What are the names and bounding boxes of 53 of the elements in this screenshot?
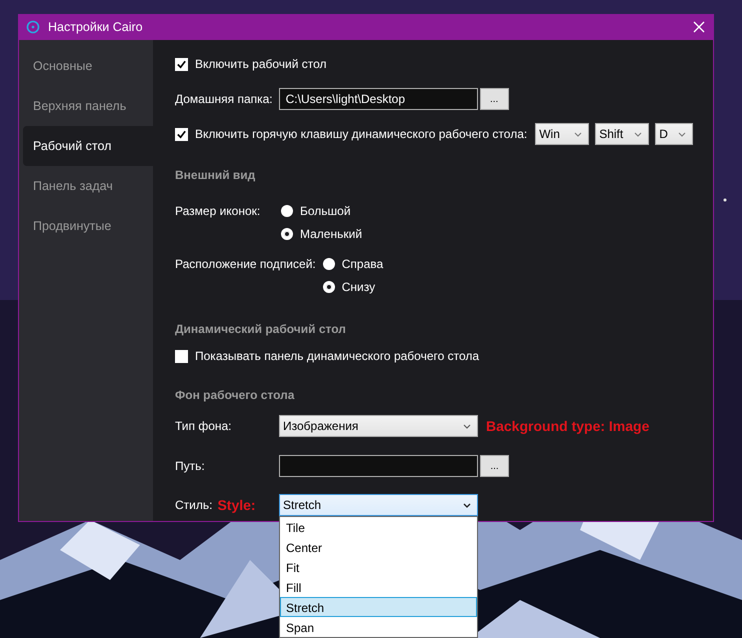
type-dropdown[interactable]: Изображения xyxy=(279,415,478,437)
key-dropdown[interactable]: Win xyxy=(535,123,590,145)
dropdown-option[interactable]: Fill xyxy=(280,577,477,597)
checkbox-label: Показывать панель динамического рабочего стола xyxy=(195,349,480,363)
radio-button[interactable] xyxy=(322,258,335,270)
browse-button[interactable]: ... xyxy=(480,88,509,110)
close-icon[interactable] xyxy=(693,21,705,33)
field-label: Стиль: xyxy=(175,498,212,512)
radio-label: Маленький xyxy=(300,227,362,241)
radio-button[interactable] xyxy=(281,205,293,217)
annotation: Style: xyxy=(217,497,256,513)
radio-label: Снизу xyxy=(342,280,376,294)
sidebar-item[interactable]: Продвинутые xyxy=(19,206,153,246)
field-label: Тип фона: xyxy=(175,419,232,433)
chevron-icon xyxy=(463,502,471,508)
annotation: Background type: Image xyxy=(486,418,650,434)
dropdown-option[interactable]: Stretch xyxy=(280,597,477,617)
radio-button[interactable] xyxy=(322,281,335,293)
dropdown-option[interactable]: Tile xyxy=(280,517,477,537)
dropdown-option[interactable]: Span xyxy=(280,617,477,637)
sidebar-item[interactable]: Рабочий стол xyxy=(23,126,153,166)
checkbox[interactable] xyxy=(175,128,188,140)
radio-label: Большой xyxy=(300,204,351,218)
field-label: Расположение подписей: xyxy=(175,256,317,273)
style-dropdown[interactable]: Stretch xyxy=(279,494,478,516)
field-label: Размер иконок: xyxy=(175,203,262,220)
key-dropdown[interactable]: Shift xyxy=(595,123,650,145)
field-label: Домашняя папка: xyxy=(175,92,273,106)
chevron-icon xyxy=(463,424,471,428)
field-label: Путь: xyxy=(175,459,205,473)
sidebar-item[interactable]: Верхняя панель xyxy=(19,86,153,126)
chevron-icon xyxy=(574,132,582,136)
sidebar-item[interactable]: Панель задач xyxy=(19,166,153,206)
section-heading: Внешний вид xyxy=(175,167,256,184)
checkbox-label: Включить горячую клавишу динамического рабочего стола: xyxy=(195,127,528,141)
checkbox[interactable] xyxy=(175,350,188,362)
radio-button[interactable] xyxy=(281,228,293,240)
key-dropdown[interactable]: D xyxy=(655,123,694,145)
chevron-icon xyxy=(678,132,686,136)
sidebar-item[interactable]: Основные xyxy=(19,46,153,86)
radio-label: Справа xyxy=(342,257,384,271)
ring-icon xyxy=(26,20,40,34)
path-field[interactable] xyxy=(279,455,478,477)
dropdown-option[interactable]: Center xyxy=(280,537,477,557)
window-title: Настройки Cairo xyxy=(48,20,143,34)
section-heading: Фон рабочего стола xyxy=(175,387,296,404)
folder-field[interactable]: C:\Users\light\Desktop xyxy=(278,88,478,110)
chevron-icon xyxy=(634,132,642,136)
checkbox-label: Включить рабочий стол xyxy=(195,57,327,71)
section-heading: Динамический рабочий стол xyxy=(175,321,347,338)
browse-button[interactable]: ... xyxy=(480,455,509,477)
dropdown-option[interactable]: Fit xyxy=(280,557,477,577)
checkbox[interactable] xyxy=(175,58,188,70)
